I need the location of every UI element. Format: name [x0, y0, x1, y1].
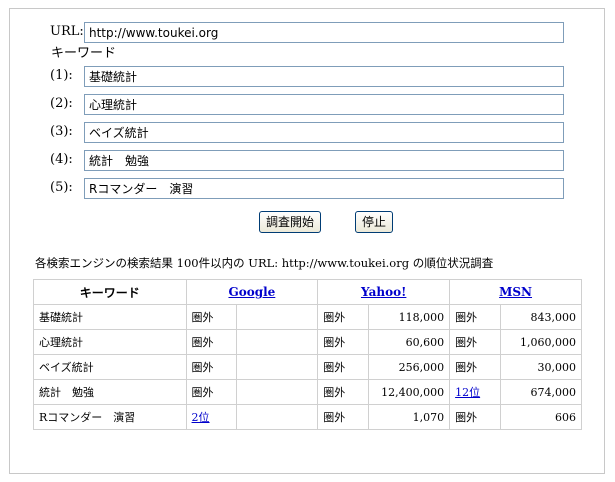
keyword-4-input[interactable]: [84, 150, 564, 171]
msn-rank: 圏外: [449, 404, 501, 430]
table-header-row: キーワード Google Yahoo! MSN: [33, 279, 582, 305]
yahoo-rank: 圏外: [317, 404, 370, 430]
msn-count: 30,000: [500, 354, 582, 380]
google-rank: 圏外: [185, 354, 238, 380]
row-keyword: ベイズ統計: [33, 354, 187, 380]
google-count: [236, 304, 319, 330]
google-count: [236, 379, 319, 405]
google-rank-link[interactable]: 2位: [192, 411, 210, 424]
keyword-1-label: (1):: [50, 68, 73, 83]
msn-count: 606: [500, 404, 582, 430]
yahoo-count: 12,400,000: [368, 379, 451, 405]
yahoo-rank: 圏外: [317, 379, 370, 405]
results-caption: 各検索エンジンの検索結果 100件以内の URL: http://www.tou…: [35, 256, 494, 270]
keyword-4-label: (4):: [50, 152, 73, 167]
results-table: キーワード Google Yahoo! MSN 基礎統計 圏外 圏外 118,0…: [33, 279, 582, 430]
header-google: Google: [185, 279, 319, 305]
row-keyword: Rコマンダー 演習: [33, 404, 187, 430]
header-yahoo: Yahoo!: [317, 279, 451, 305]
table-row: ベイズ統計 圏外 圏外 256,000 圏外 30,000: [33, 354, 582, 380]
yahoo-count: 60,600: [368, 329, 451, 355]
keyword-section-label: キーワード: [51, 46, 117, 61]
msn-rank: 12位: [449, 379, 501, 405]
msn-link[interactable]: MSN: [499, 285, 532, 299]
yahoo-count: 256,000: [368, 354, 451, 380]
url-label: URL:: [50, 24, 84, 39]
msn-count: 1,060,000: [500, 329, 582, 355]
msn-count: 843,000: [500, 304, 582, 330]
google-rank: 圏外: [185, 329, 238, 355]
google-link[interactable]: Google: [228, 285, 275, 299]
keyword-5-input[interactable]: [84, 178, 564, 199]
keyword-2-label: (2):: [50, 96, 73, 111]
start-survey-button[interactable]: 調査開始: [259, 211, 322, 233]
msn-rank: 圏外: [449, 329, 501, 355]
header-keyword: キーワード: [33, 279, 187, 305]
url-input[interactable]: [84, 22, 564, 43]
yahoo-link[interactable]: Yahoo!: [361, 285, 406, 299]
row-keyword: 心理統計: [33, 329, 187, 355]
table-row: 統計 勉強 圏外 圏外 12,400,000 12位 674,000: [33, 379, 582, 405]
keyword-2-input[interactable]: [84, 94, 564, 115]
keyword-5-label: (5):: [50, 180, 73, 195]
yahoo-count: 1,070: [368, 404, 451, 430]
table-row: Rコマンダー 演習 2位 圏外 1,070 圏外 606: [33, 404, 582, 430]
google-count: [236, 354, 319, 380]
google-count: [236, 329, 319, 355]
keyword-3-input[interactable]: [84, 122, 564, 143]
google-rank: 2位: [185, 404, 238, 430]
row-keyword: 基礎統計: [33, 304, 187, 330]
google-count: [236, 404, 319, 430]
msn-rank: 圏外: [449, 354, 501, 380]
keyword-1-input[interactable]: [84, 66, 564, 87]
stop-button[interactable]: 停止: [355, 211, 394, 233]
google-rank: 圏外: [185, 379, 238, 405]
table-row: 基礎統計 圏外 圏外 118,000 圏外 843,000: [33, 304, 582, 330]
keyword-3-label: (3):: [50, 124, 73, 139]
table-row: 心理統計 圏外 圏外 60,600 圏外 1,060,000: [33, 329, 582, 355]
google-rank: 圏外: [185, 304, 238, 330]
yahoo-rank: 圏外: [317, 354, 370, 380]
yahoo-count: 118,000: [368, 304, 451, 330]
msn-rank: 圏外: [449, 304, 501, 330]
msn-count: 674,000: [500, 379, 582, 405]
header-msn: MSN: [449, 279, 582, 305]
msn-rank-link[interactable]: 12位: [455, 386, 480, 399]
row-keyword: 統計 勉強: [33, 379, 187, 405]
yahoo-rank: 圏外: [317, 329, 370, 355]
yahoo-rank: 圏外: [317, 304, 370, 330]
